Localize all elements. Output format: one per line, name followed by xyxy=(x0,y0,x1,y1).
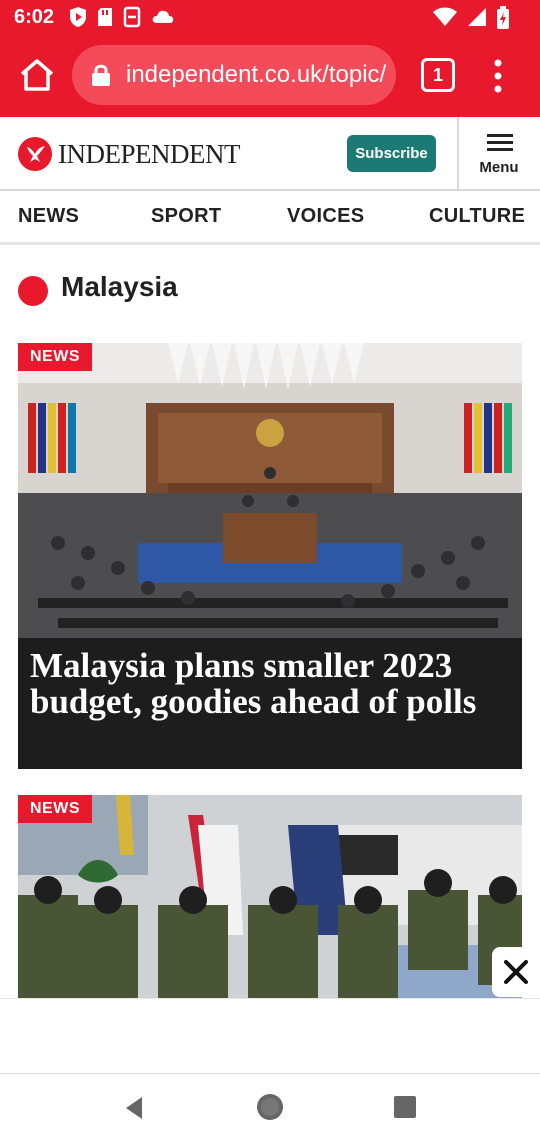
system-status-icons xyxy=(432,6,510,30)
menu-button[interactable]: Menu xyxy=(468,129,530,181)
hamburger-icon xyxy=(487,134,513,151)
browser-toolbar: 6:02 independent.co.uk/topic/malaysia 1 xyxy=(0,0,540,117)
subscribe-button[interactable]: Subscribe xyxy=(347,135,436,172)
article-image-parliament xyxy=(18,343,522,639)
article-image-soldiers xyxy=(18,795,522,998)
eagle-logo-icon[interactable] xyxy=(18,137,52,171)
notification-icons xyxy=(68,6,176,28)
nav-item-voices[interactable]: VOICES xyxy=(287,205,364,228)
news-tag: NEWS xyxy=(18,343,92,371)
menu-label: Menu xyxy=(479,159,519,176)
url-text: independent.co.uk/topic/malaysia xyxy=(126,61,386,88)
status-bar: 6:02 xyxy=(0,0,540,36)
home-icon xyxy=(20,59,54,91)
signal-icon xyxy=(468,8,486,26)
close-icon xyxy=(504,960,528,984)
site-header: INDEPENDENT Subscribe Menu xyxy=(0,117,540,191)
header-divider xyxy=(457,117,459,191)
article-card[interactable]: NEWS xyxy=(18,795,522,998)
tab-switcher-button[interactable]: 1 xyxy=(421,58,455,92)
nav-item-culture[interactable]: CULTURE xyxy=(429,205,525,228)
back-icon[interactable] xyxy=(120,1094,148,1122)
system-nav-bar xyxy=(0,1076,540,1140)
section-dot-icon xyxy=(18,276,48,306)
nav-item-sport[interactable]: SPORT xyxy=(151,205,221,228)
site-logo-text[interactable]: INDEPENDENT xyxy=(58,139,240,170)
section-title: Malaysia xyxy=(61,271,178,302)
close-ad-button[interactable] xyxy=(492,947,540,997)
nav-item-news[interactable]: NEWS xyxy=(18,205,79,228)
headline-box: Malaysia plans smaller 2023 budget, good… xyxy=(18,638,522,769)
news-tag: NEWS xyxy=(18,795,92,823)
sd-card-icon xyxy=(98,8,112,26)
sync-icon xyxy=(123,6,141,28)
status-time: 6:02 xyxy=(14,6,55,28)
wifi-icon xyxy=(433,7,457,26)
ad-banner-area xyxy=(0,998,540,1074)
primary-nav: NEWS SPORT VOICES CULTURE xyxy=(0,191,540,245)
recents-icon[interactable] xyxy=(392,1094,418,1120)
article-headline[interactable]: Malaysia plans smaller 2023 budget, good… xyxy=(30,648,510,720)
lock-icon xyxy=(92,64,110,86)
address-bar[interactable]: independent.co.uk/topic/malaysia xyxy=(72,45,396,105)
article-card[interactable]: NEWS Malaysia plans smaller 2023 budget,… xyxy=(18,343,522,771)
more-vert-icon[interactable] xyxy=(488,56,508,96)
browser-home-button[interactable] xyxy=(16,54,58,96)
cloud-icon xyxy=(152,10,174,23)
tab-count: 1 xyxy=(432,65,443,85)
play-shield-icon xyxy=(70,7,86,27)
home-nav-icon[interactable] xyxy=(255,1092,285,1122)
battery-icon xyxy=(497,6,509,29)
